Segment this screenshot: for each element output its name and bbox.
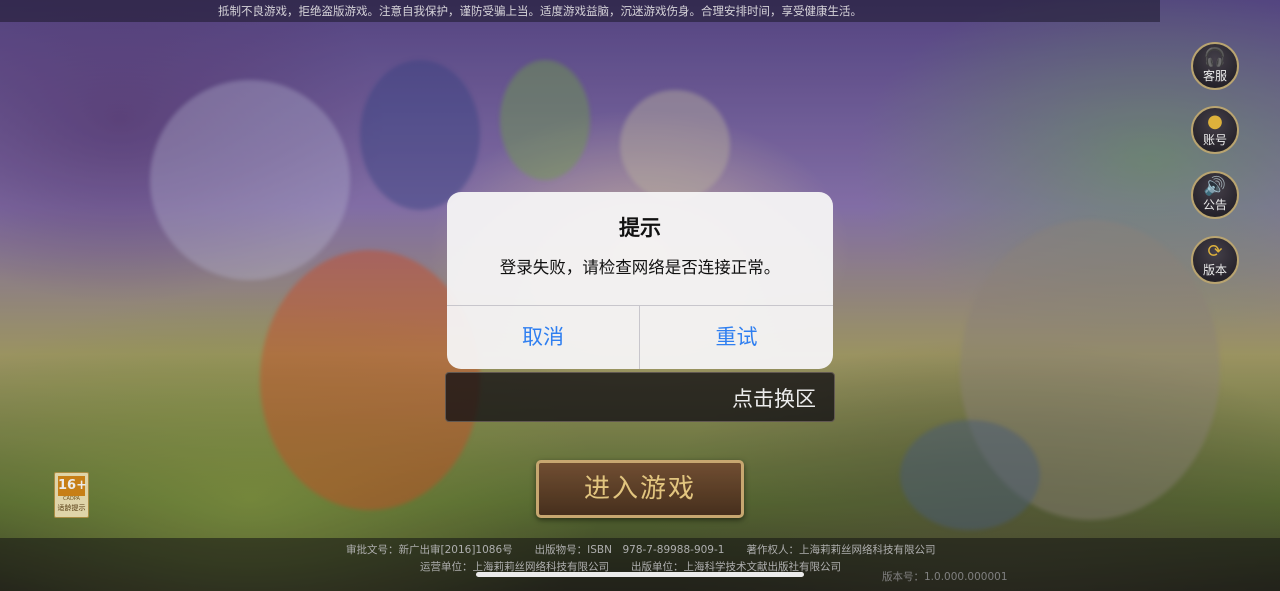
cancel-button[interactable]: 取消 — [447, 306, 639, 369]
dialog-message: 登录失败，请检查网络是否连接正常。 — [499, 258, 781, 277]
dialog-title: 提示 — [619, 216, 661, 240]
retry-button[interactable]: 重试 — [640, 306, 833, 369]
login-failed-dialog: 提示 登录失败，请检查网络是否连接正常。 取消 重试 — [447, 192, 833, 369]
